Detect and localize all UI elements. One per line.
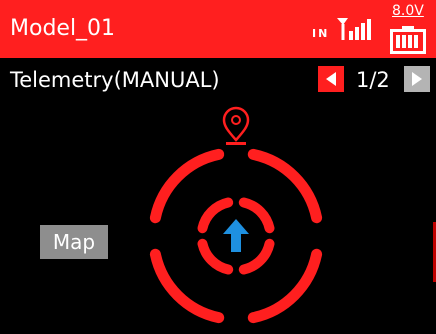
map-button[interactable]: Map (40, 225, 108, 259)
up-arrow-icon (223, 219, 249, 252)
radar-display (149, 106, 323, 324)
telemetry-screen: Model_01 IN 8.0V Telemetry(MANUAL) 1/2 M… (0, 0, 436, 334)
location-pin-marker (222, 106, 250, 145)
heading-arrow (223, 219, 249, 252)
